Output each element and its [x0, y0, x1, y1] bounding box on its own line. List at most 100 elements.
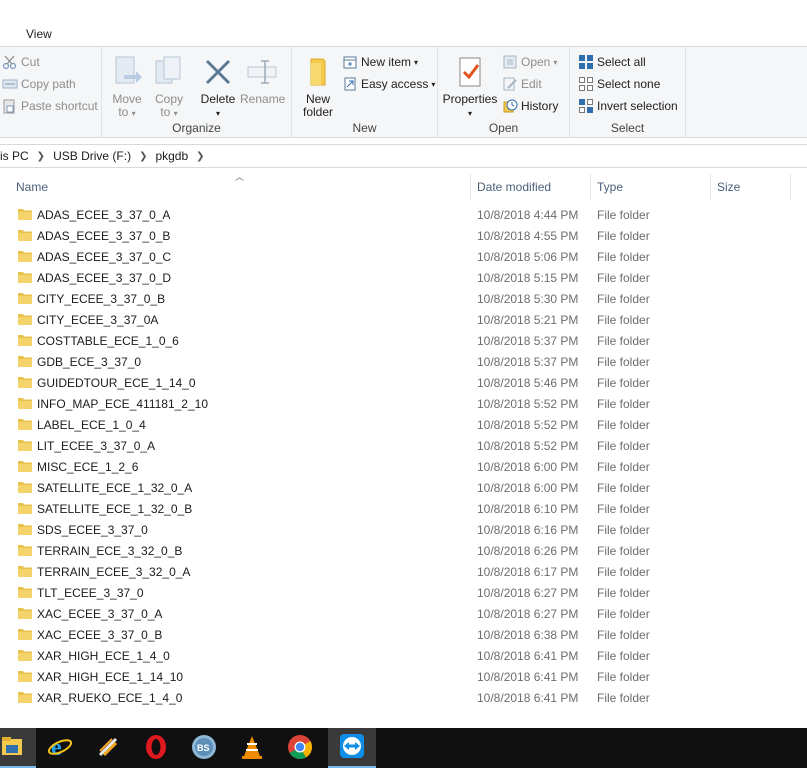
- folder-icon: [18, 523, 32, 535]
- file-name: CITY_ECEE_3_37_0A: [37, 312, 159, 327]
- new-item-button[interactable]: New item ▾: [342, 52, 418, 72]
- new-group-label: New: [352, 121, 377, 135]
- folder-icon: [18, 439, 32, 451]
- new-folder-line2: folder: [302, 105, 334, 119]
- file-row[interactable]: INFO_MAP_ECE_411181_2_10 10/8/2018 5:52 P…: [0, 393, 807, 414]
- edit-icon: [502, 76, 518, 92]
- paste-shortcut-button[interactable]: Paste shortcut: [2, 96, 98, 116]
- select-all-icon: [578, 54, 594, 70]
- organize-group-label: Organize: [172, 121, 221, 135]
- file-row[interactable]: MISC_ECE_1_2_6 10/8/2018 6:00 PM File fold…: [0, 456, 807, 477]
- address-bar[interactable]: is PC ❯ USB Drive (F:) ❯ pkgdb ❯: [0, 144, 807, 168]
- file-row[interactable]: XAC_ECEE_3_37_0_A 10/8/2018 6:27 PM File f…: [0, 603, 807, 624]
- open-group-label: Open: [488, 121, 519, 135]
- column-header-date-modified[interactable]: Date modified: [477, 174, 587, 200]
- file-type: File folder: [597, 417, 650, 432]
- delete-button[interactable]: Delete ▾: [200, 51, 236, 120]
- file-type: File folder: [597, 375, 650, 390]
- file-name: TLT_ECEE_3_37_0: [37, 585, 144, 600]
- file-row[interactable]: ADAS_ECEE_3_37_0_C 10/8/2018 5:06 PM File …: [0, 246, 807, 267]
- move-to-button[interactable]: Move to ▾: [110, 51, 144, 120]
- folder-icon: [18, 376, 32, 388]
- file-row[interactable]: XAR_HIGH_ECE_1_4_0 10/8/2018 6:41 PM File …: [0, 645, 807, 666]
- properties-button[interactable]: Properties ▾: [442, 51, 498, 120]
- folder-icon: [18, 544, 32, 556]
- column-header-type[interactable]: Type: [597, 174, 707, 200]
- file-row[interactable]: ADAS_ECEE_3_37_0_A 10/8/2018 4:44 PM File …: [0, 204, 807, 225]
- taskbar-opera[interactable]: [132, 728, 180, 768]
- taskbar-file-explorer[interactable]: [0, 728, 36, 768]
- file-type: File folder: [597, 648, 650, 663]
- taskbar-vlc[interactable]: [228, 728, 276, 768]
- file-row[interactable]: TLT_ECEE_3_37_0 10/8/2018 6:27 PM File fol…: [0, 582, 807, 603]
- column-divider[interactable]: [590, 174, 591, 200]
- edit-button[interactable]: Edit: [502, 74, 542, 94]
- file-date-modified: 10/8/2018 5:46 PM: [477, 375, 579, 390]
- folder-icon: [18, 460, 32, 472]
- taskbar-internet-explorer[interactable]: e: [36, 728, 84, 768]
- copy-to-label: Copy: [154, 92, 183, 106]
- chevron-down-icon: ▾: [414, 57, 419, 67]
- file-row[interactable]: SATELLITE_ECE_1_32_0_B 10/8/2018 6:10 PM F…: [0, 498, 807, 519]
- taskbar-chrome[interactable]: [276, 728, 324, 768]
- file-row[interactable]: XAC_ECEE_3_37_0_B 10/8/2018 6:38 PM File f…: [0, 624, 807, 645]
- edit-label: Edit: [521, 77, 542, 91]
- file-date-modified: 10/8/2018 6:17 PM: [477, 564, 579, 579]
- tab-view[interactable]: View: [26, 27, 52, 41]
- file-row[interactable]: GDB_ECE_3_37_0 10/8/2018 5:37 PM File fold…: [0, 351, 807, 372]
- file-row[interactable]: SATELLITE_ECE_1_32_0_A 10/8/2018 6:00 PM F…: [0, 477, 807, 498]
- properties-label: Properties: [442, 92, 498, 106]
- breadcrumb-this-pc[interactable]: is PC: [0, 149, 33, 163]
- column-header-name[interactable]: Name: [16, 174, 466, 200]
- file-row[interactable]: ADAS_ECEE_3_37_0_B 10/8/2018 4:55 PM File …: [0, 225, 807, 246]
- file-type: File folder: [597, 207, 650, 222]
- easy-access-button[interactable]: Easy access ▾: [342, 74, 435, 94]
- file-row[interactable]: GUIDEDTOUR_ECE_1_14_0 10/8/2018 5:46 PM Fi…: [0, 372, 807, 393]
- folder-icon: [18, 397, 32, 409]
- copy-to-button[interactable]: Copy to ▾: [152, 51, 186, 120]
- file-row[interactable]: LABEL_ECE_1_0_4 10/8/2018 5:52 PM File fol…: [0, 414, 807, 435]
- column-header-size[interactable]: Size: [717, 174, 787, 200]
- breadcrumb-pkgdb[interactable]: pkgdb: [155, 149, 192, 163]
- file-type: File folder: [597, 438, 650, 453]
- file-row[interactable]: CITY_ECEE_3_37_0A 10/8/2018 5:21 PM File f…: [0, 309, 807, 330]
- file-row[interactable]: TERRAIN_ECEE_3_32_0_A 10/8/2018 6:17 PM Fi…: [0, 561, 807, 582]
- breadcrumb-chevron-icon[interactable]: ❯: [135, 151, 155, 162]
- cut-button[interactable]: Cut: [2, 52, 40, 72]
- invert-selection-button[interactable]: Invert selection: [578, 96, 678, 116]
- ribbon-tab-strip: View: [0, 0, 807, 46]
- file-row[interactable]: ADAS_ECEE_3_37_0_D 10/8/2018 5:15 PM File …: [0, 267, 807, 288]
- vlc-icon: [240, 734, 264, 763]
- file-row[interactable]: COSTTABLE_ECE_1_0_6 10/8/2018 5:37 PM File…: [0, 330, 807, 351]
- rename-button[interactable]: Rename: [240, 51, 285, 106]
- file-row[interactable]: CITY_ECEE_3_37_0_B 10/8/2018 5:30 PM File …: [0, 288, 807, 309]
- breadcrumb-usb-drive[interactable]: USB Drive (F:): [53, 149, 135, 163]
- breadcrumb-chevron-icon[interactable]: ❯: [192, 151, 212, 162]
- column-divider[interactable]: [790, 174, 791, 200]
- file-type: File folder: [597, 291, 650, 306]
- file-row[interactable]: LIT_ECEE_3_37_0_A 10/8/2018 5:52 PM File f…: [0, 435, 807, 456]
- taskbar-app[interactable]: [84, 728, 132, 768]
- new-folder-line1: New: [305, 92, 330, 106]
- column-divider[interactable]: [710, 174, 711, 200]
- file-type: File folder: [597, 543, 650, 558]
- file-row[interactable]: XAR_HIGH_ECE_1_14_10 10/8/2018 6:41 PM Fil…: [0, 666, 807, 687]
- select-none-label: Select none: [597, 77, 661, 91]
- copy-path-button[interactable]: Copy path: [2, 74, 76, 94]
- open-button[interactable]: Open ▾: [502, 52, 557, 72]
- select-none-button[interactable]: Select none: [578, 74, 660, 94]
- organize-group: Move to ▾ Copy to ▾ Delete ▾ Rename Orga…: [102, 47, 292, 138]
- select-all-button[interactable]: Select all: [578, 52, 646, 72]
- file-row[interactable]: XAR_RUEKO_ECE_1_4_0 10/8/2018 6:41 PM File…: [0, 687, 807, 708]
- easy-access-label: Easy access: [361, 77, 429, 91]
- file-row[interactable]: TERRAIN_ECE_3_32_0_B 10/8/2018 6:26 PM Fil…: [0, 540, 807, 561]
- file-date-modified: 10/8/2018 5:06 PM: [477, 249, 579, 264]
- breadcrumb-chevron-icon[interactable]: ❯: [33, 151, 53, 162]
- file-row[interactable]: SDS_ECEE_3_37_0 10/8/2018 6:16 PM File fol…: [0, 519, 807, 540]
- taskbar-bluestacks[interactable]: BS: [180, 728, 228, 768]
- folder-icon: [18, 565, 32, 577]
- new-folder-button[interactable]: New folder: [298, 51, 338, 119]
- column-divider[interactable]: [470, 174, 471, 200]
- history-button[interactable]: History: [502, 96, 558, 116]
- taskbar-teamviewer[interactable]: [328, 728, 376, 768]
